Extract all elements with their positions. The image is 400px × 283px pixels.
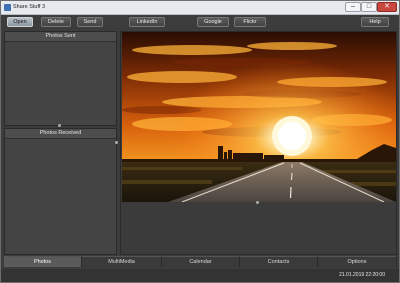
open-button[interactable]: Open <box>7 17 33 27</box>
photos-received-header: Photos Received <box>5 129 116 139</box>
horizontal-splitter-handle[interactable] <box>115 141 118 144</box>
flickr-button[interactable]: Flickr <box>234 17 266 27</box>
sunset-road-image <box>122 32 396 202</box>
photos-received-panel[interactable]: Photos Received <box>4 128 117 255</box>
sunset-road-photo <box>122 32 396 202</box>
photo-caption-area <box>121 202 396 254</box>
photos-sent-header: Photos Sent <box>5 32 116 42</box>
delete-button[interactable]: Delete <box>41 17 71 27</box>
tab-contacts[interactable]: Contacts <box>240 256 318 267</box>
close-button[interactable]: ✕ <box>377 2 397 12</box>
window-title: Share Stuff 3 <box>13 4 46 10</box>
photo-splitter-handle[interactable] <box>256 201 259 204</box>
tab-calendar[interactable]: Calendar <box>162 256 240 267</box>
tab-photos[interactable]: Photos <box>4 256 82 267</box>
status-datetime: 21.01.2019 22:20:00 <box>339 272 385 278</box>
send-button[interactable]: Send <box>77 17 103 27</box>
maximize-button[interactable]: □ <box>361 2 377 12</box>
help-button[interactable]: Help <box>361 17 389 27</box>
app-window: Share Stuff 3 – □ ✕ Open Delete Send Lin… <box>0 0 400 283</box>
share-app-icon <box>4 4 11 11</box>
vertical-splitter-handle[interactable] <box>58 124 61 127</box>
tab-options[interactable]: Options <box>318 256 397 267</box>
linkedin-button[interactable]: LinkedIn <box>129 17 165 27</box>
toolbar: Open Delete Send LinkedIn Google Flickr … <box>1 15 399 29</box>
title-bar: Share Stuff 3 – □ ✕ <box>1 1 399 15</box>
google-button[interactable]: Google <box>197 17 229 27</box>
bottom-tab-bar: Photos MultiMedia Calendar Contacts Opti… <box>4 256 397 267</box>
minimize-button[interactable]: – <box>345 2 361 12</box>
tab-multimedia[interactable]: MultiMedia <box>82 256 162 267</box>
photo-preview-area[interactable] <box>120 31 397 255</box>
status-bar: 21.01.2019 22:20:00 <box>1 269 399 282</box>
photos-sent-panel[interactable]: Photos Sent <box>4 31 117 126</box>
